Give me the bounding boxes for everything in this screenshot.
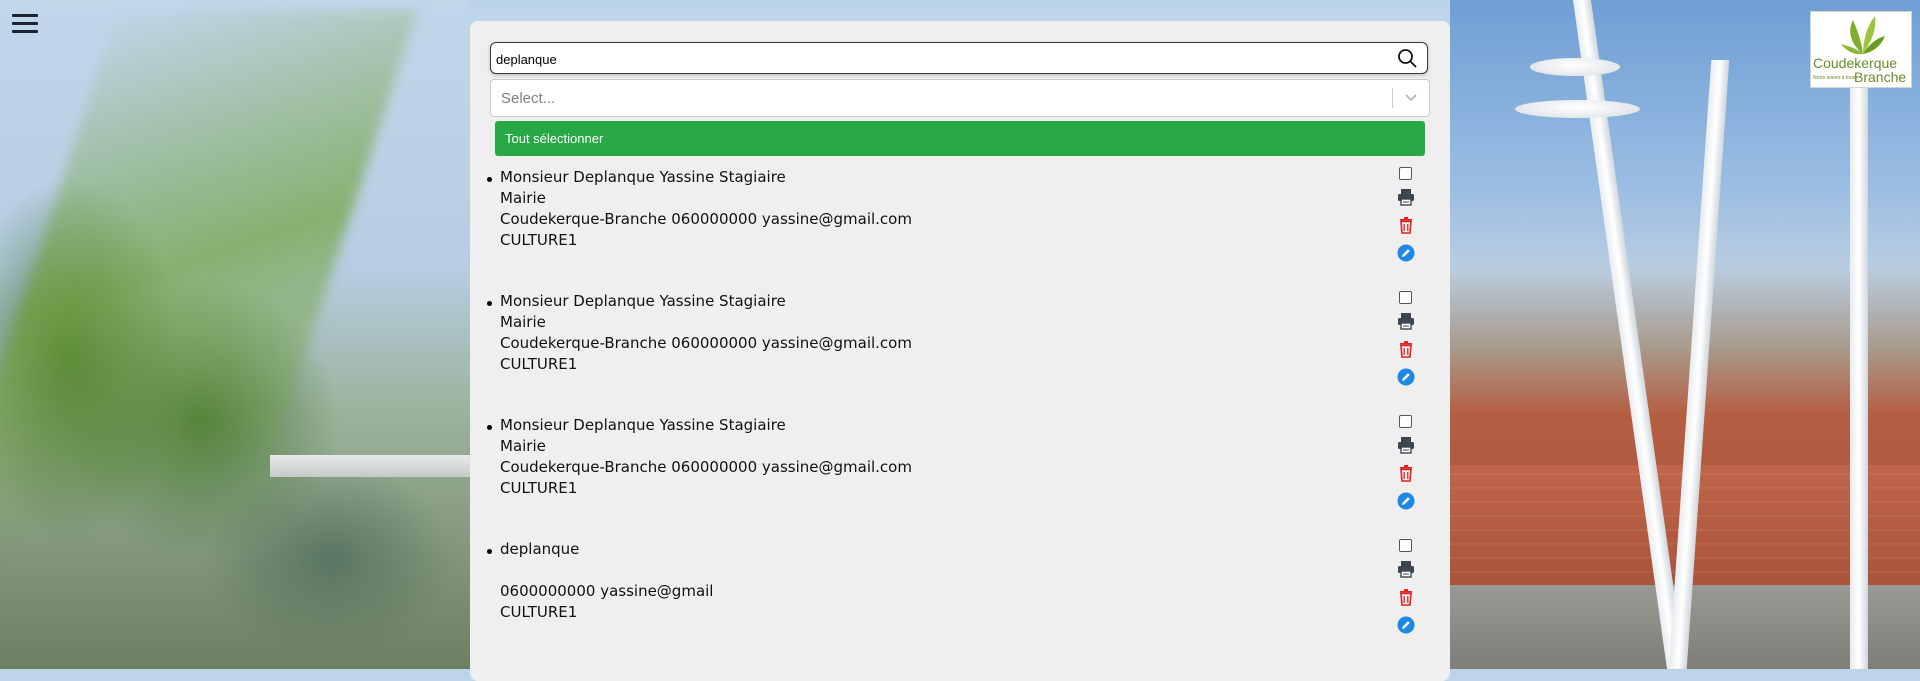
pencil-icon[interactable] — [1397, 244, 1415, 262]
list-item: Monsieur Deplanque Yassine Stagiaire Mai… — [470, 291, 1450, 419]
results-list: Monsieur Deplanque Yassine Stagiaire Mai… — [470, 167, 1450, 667]
printer-icon[interactable] — [1397, 312, 1415, 330]
contact-details: Coudekerque-Branche 060000000 yassine@gm… — [500, 458, 912, 476]
bullet — [487, 425, 492, 430]
logo: Coudekerque Notre avenir à tous Branche — [1810, 11, 1912, 88]
contact-organization — [500, 560, 713, 581]
hamburger-icon-bar — [12, 30, 38, 33]
search-bar — [490, 42, 1428, 74]
list-item: Monsieur Deplanque Yassine Stagiaire Mai… — [470, 167, 1450, 295]
background-lamp — [1515, 100, 1640, 118]
printer-icon[interactable] — [1397, 188, 1415, 206]
logo-tagline: Notre avenir à tous — [1813, 75, 1856, 81]
category-select[interactable]: Select... — [490, 79, 1430, 117]
select-checkbox[interactable] — [1399, 167, 1412, 180]
select-all-button[interactable]: Tout sélectionner — [495, 121, 1425, 156]
contact-name: Monsieur Deplanque Yassine Stagiaire — [500, 416, 786, 434]
select-checkbox[interactable] — [1399, 415, 1412, 428]
hamburger-icon-bar — [12, 22, 38, 25]
printer-icon[interactable] — [1397, 560, 1415, 578]
contact-organization: Mairie — [500, 189, 546, 207]
background-lamp-pole — [1850, 80, 1868, 669]
contact-name: Monsieur Deplanque Yassine Stagiaire — [500, 292, 786, 310]
trash-icon[interactable] — [1397, 216, 1415, 234]
select-placeholder: Select... — [501, 90, 556, 107]
background-lamp — [1530, 58, 1620, 76]
contact-details: Coudekerque-Branche 060000000 yassine@gm… — [500, 334, 912, 352]
contact-group: CULTURE1 — [500, 603, 578, 621]
trash-icon[interactable] — [1397, 340, 1415, 358]
contact-details: Coudekerque-Branche 060000000 yassine@gm… — [500, 210, 912, 228]
bullet — [487, 177, 492, 182]
logo-text: Branche — [1854, 69, 1907, 85]
pencil-icon[interactable] — [1397, 368, 1415, 386]
leaf-logo-icon — [1841, 16, 1885, 55]
search-icon[interactable] — [1397, 48, 1417, 68]
contact-details: 0600000000 yassine@gmail — [500, 582, 714, 600]
trash-icon[interactable] — [1397, 588, 1415, 606]
select-checkbox[interactable] — [1399, 539, 1412, 552]
pencil-icon[interactable] — [1397, 616, 1415, 634]
list-item: Monsieur Deplanque Yassine Stagiaire Mai… — [470, 415, 1450, 543]
hamburger-icon — [12, 14, 38, 17]
contact-group: CULTURE1 — [500, 479, 578, 497]
contact-name: Monsieur Deplanque Yassine Stagiaire — [500, 168, 786, 186]
contact-organization: Mairie — [500, 313, 546, 331]
bullet — [487, 301, 492, 306]
printer-icon[interactable] — [1397, 436, 1415, 454]
contact-group: CULTURE1 — [500, 355, 578, 373]
bullet — [487, 549, 492, 554]
pencil-icon[interactable] — [1397, 492, 1415, 510]
chevron-down-icon[interactable] — [1403, 89, 1419, 105]
menu-button[interactable] — [12, 14, 38, 36]
contact-organization: Mairie — [500, 437, 546, 455]
trash-icon[interactable] — [1397, 464, 1415, 482]
select-divider — [1392, 88, 1393, 108]
list-item: deplanque 0600000000 yassine@gmail CULTU… — [470, 539, 1450, 667]
search-panel: Select... Tout sélectionner Monsieur Dep… — [470, 21, 1450, 681]
contact-group: CULTURE1 — [500, 231, 578, 249]
background-bridge — [270, 455, 470, 477]
search-input[interactable] — [494, 47, 1378, 71]
contact-name: deplanque — [500, 540, 580, 558]
select-checkbox[interactable] — [1399, 291, 1412, 304]
